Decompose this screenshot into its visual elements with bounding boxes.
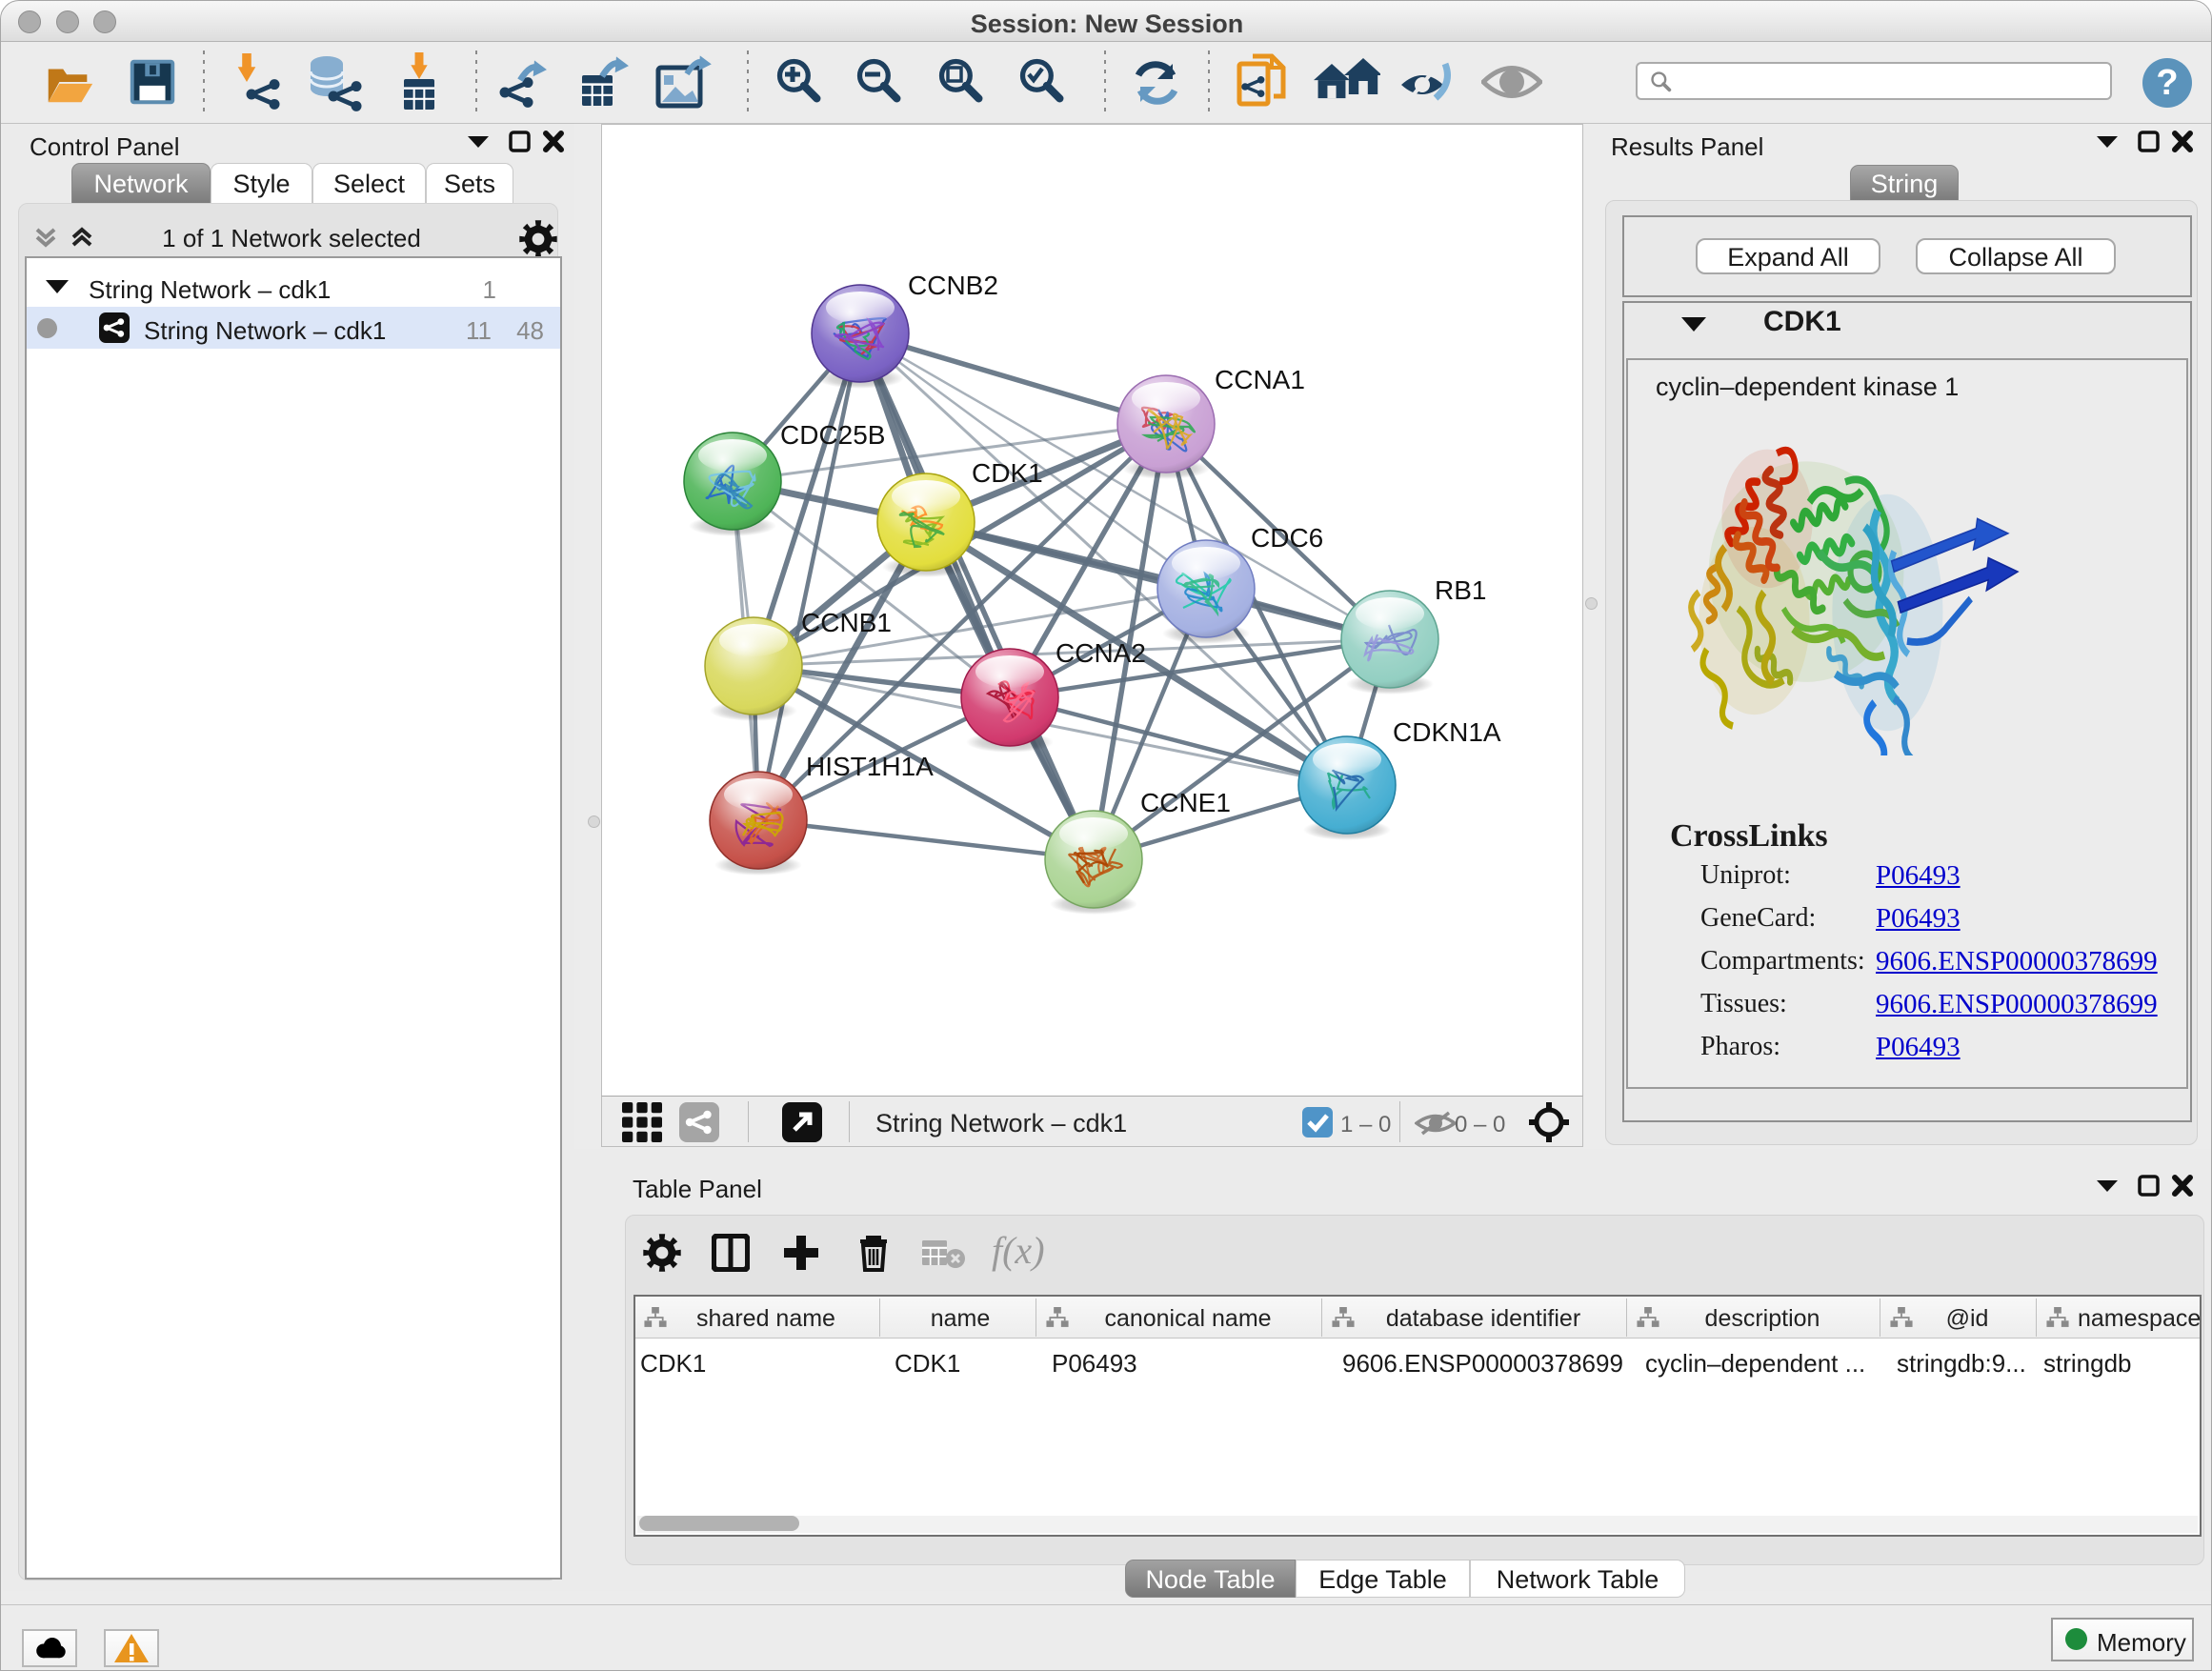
svg-text:CDC6: CDC6 [1251,523,1323,553]
svg-text:CCNA2: CCNA2 [1056,638,1146,668]
svg-text:RB1: RB1 [1435,575,1486,605]
svg-text:CDK1: CDK1 [972,458,1043,488]
svg-text:CCNB1: CCNB1 [801,608,892,637]
svg-text:CDKN1A: CDKN1A [1393,717,1501,747]
svg-text:CCNE1: CCNE1 [1140,788,1231,817]
svg-text:CDC25B: CDC25B [780,420,885,450]
svg-text:CCNB2: CCNB2 [908,271,998,300]
svg-text:CCNA1: CCNA1 [1215,365,1305,394]
svg-text:HIST1H1A: HIST1H1A [806,752,934,781]
